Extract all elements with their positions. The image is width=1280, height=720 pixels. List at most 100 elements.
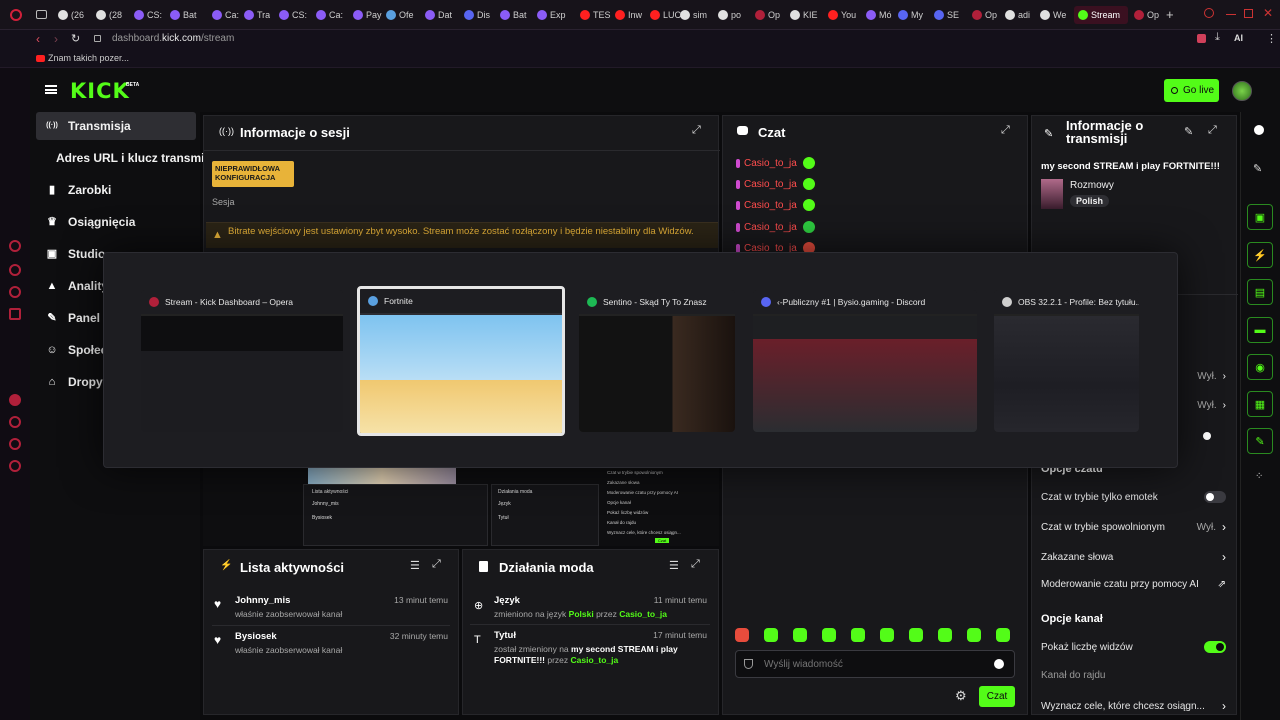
switcher-window-thumbnail[interactable]: Stream - Kick Dashboard – Opera [141,290,343,432]
chat-username[interactable]: Casio_to_ja [744,158,797,169]
browser-tab[interactable]: Inw [615,6,642,24]
toolbar-layout-icon[interactable]: ▦ [1247,391,1273,417]
settings-row-control[interactable]: ⇗ [1218,579,1226,590]
emote-icon[interactable] [967,628,981,642]
nav-item[interactable]: ((·)) Transmisja [36,112,196,140]
settings-row[interactable]: Czat w trybie spowolnionym Wył. › [1041,520,1226,534]
settings-row-control[interactable]: › [1222,550,1226,564]
sidebar-app-icon[interactable] [9,264,21,276]
emote-icon[interactable] [880,628,894,642]
browser-tab[interactable]: po [718,6,741,24]
minimize-icon[interactable] [1226,14,1236,15]
avatar[interactable] [1232,81,1252,101]
emote-icon[interactable] [822,628,836,642]
emote-icon[interactable] [938,628,952,642]
toggle-switch[interactable] [1204,491,1226,503]
settings-row-control[interactable]: Wył. › [1197,400,1226,411]
toolbar-document-icon[interactable]: ▤ [1247,279,1273,305]
settings-row[interactable]: Zakazane słowa › [1041,550,1226,564]
opera-logo-icon[interactable] [10,9,22,21]
switcher-window-thumbnail[interactable]: Fortnite [357,286,565,436]
browser-tab[interactable]: LUC [650,6,681,24]
emote-icon[interactable] [996,628,1010,642]
browser-tab[interactable]: SE [934,6,959,24]
browser-tab[interactable]: Dis [464,6,490,24]
edit-icon[interactable]: ✎ [1184,125,1193,138]
expand-icon[interactable]: ⤢ [691,558,700,571]
reload-icon[interactable]: ↻ [71,32,80,45]
browser-tab[interactable]: Bat [170,6,197,24]
browser-tab[interactable]: CS: [279,6,307,24]
browser-tab[interactable]: Ca: [316,6,343,24]
toolbar-chat-icon[interactable]: ▬ [1247,317,1273,343]
chat-username[interactable]: Casio_to_ja [744,179,797,190]
toggle-switch[interactable] [1204,641,1226,653]
filter-icon[interactable]: ☰ [669,559,679,572]
settings-row-control[interactable]: › [1222,699,1226,713]
browser-tab[interactable]: CS: [134,6,162,24]
browser-tab[interactable]: Op [755,6,780,24]
chat-username[interactable]: Casio_to_ja [744,222,797,233]
browser-tab[interactable]: We [1040,6,1066,24]
browser-tab[interactable]: Pay [353,6,382,24]
close-window-icon[interactable]: ✕ [1263,6,1273,20]
browser-tab[interactable]: KIE [790,6,818,24]
chat-message-field[interactable] [764,657,984,672]
browser-tab[interactable]: Op [972,6,997,24]
toolbar-wrench-icon[interactable]: ✎ [1247,428,1273,454]
emote-icon[interactable] [851,628,865,642]
menu-icon[interactable]: ⋮ [1266,32,1277,45]
toolbar-camera-icon[interactable]: ▣ [1247,204,1273,230]
settings-icon[interactable] [9,460,21,472]
send-chat-button[interactable]: Czat [979,686,1015,707]
edit-pen-icon[interactable]: ✎ [1253,162,1262,175]
filter-icon[interactable]: ☰ [410,559,420,572]
sidebar-app-icon[interactable] [9,240,21,252]
toolbar-broadcast-icon[interactable]: ◉ [1247,354,1273,380]
new-tab-icon[interactable]: + [1166,7,1174,22]
forward-icon[interactable]: › [54,32,58,46]
browser-tab[interactable]: TES [580,6,611,24]
url-field[interactable]: dashboard.kick.com/stream [112,33,234,44]
category-name[interactable]: Rozmowy [1070,180,1114,191]
bookmark-item[interactable]: Znam takich pozer... [48,53,129,63]
browser-tab[interactable]: Ca: [212,6,239,24]
tag-pill[interactable]: Polish [1070,195,1110,207]
profile-icon[interactable] [1197,34,1206,43]
emote-icon[interactable] [793,628,807,642]
browser-tab[interactable]: Dat [425,6,452,24]
sidebar-app-icon[interactable] [9,394,21,406]
info-icon[interactable] [1254,125,1264,135]
browser-tab[interactable]: (26 [58,6,84,24]
switcher-window-thumbnail[interactable]: Sentino - Skąd Ty To Znasz [579,290,735,432]
expand-icon[interactable]: ⤢ [1208,124,1217,137]
browser-tab[interactable]: sim [680,6,707,24]
browser-tab[interactable]: Bat [500,6,527,24]
emote-icon[interactable] [764,628,778,642]
kick-logo[interactable]: KICK [70,79,130,103]
browser-tab[interactable]: Mó [866,6,892,24]
settings-row-control[interactable]: Wył. › [1197,520,1226,534]
mod-user[interactable]: Casio_to_ja [571,655,619,665]
emote-icon[interactable] [909,628,923,642]
emote-icon[interactable] [735,628,749,642]
activity-user[interactable]: Johnny_mis [235,595,290,606]
emoji-picker-icon[interactable] [994,659,1004,669]
expand-icon[interactable]: ⤢ [692,124,701,137]
sidebar-app-icon[interactable] [9,308,21,320]
tab-overview-icon[interactable] [36,10,47,19]
chat-username[interactable]: Casio_to_ja [744,200,797,211]
browser-tab[interactable]: Op [1134,6,1159,24]
settings-row[interactable]: Wyznacz cele, które chcesz osiągn... › [1041,699,1226,713]
sidebar-app-icon[interactable] [9,438,21,450]
browser-tab[interactable]: adi [1005,6,1030,24]
expand-icon[interactable]: ⤢ [1001,124,1010,137]
browser-tab[interactable]: Stream [1074,6,1128,24]
nav-item[interactable]: ▮ Zarobki [36,176,196,204]
back-icon[interactable]: ‹ [36,32,40,46]
chat-settings-gear-icon[interactable]: ⚙ [955,688,967,704]
settings-row[interactable]: Kanał do rajdu [1041,670,1226,681]
go-live-button[interactable]: Go live [1164,79,1219,102]
search-tabs-icon[interactable] [1204,8,1214,18]
nav-item[interactable]: ♛ Osiągnięcia [36,208,196,236]
